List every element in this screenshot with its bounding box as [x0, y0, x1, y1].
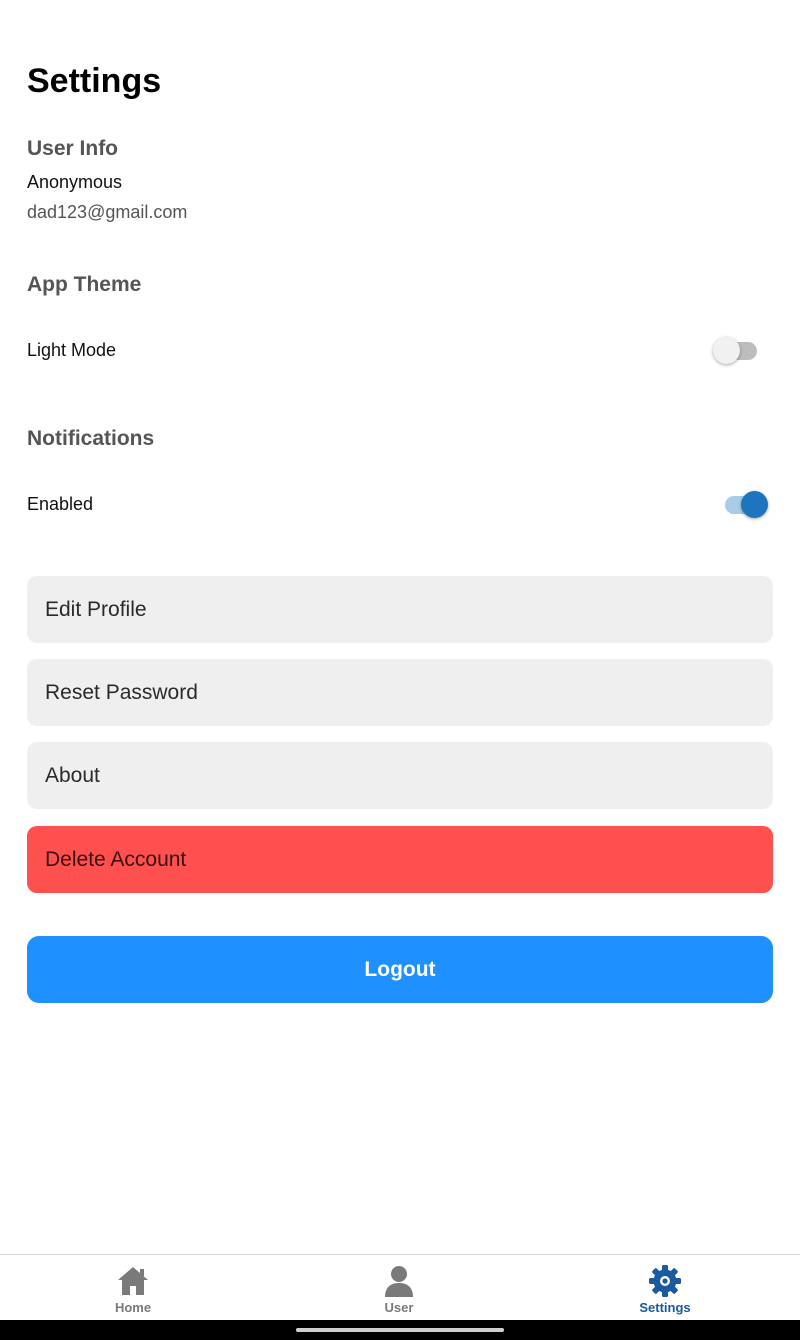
- toggle-thumb: [713, 337, 740, 364]
- nav-label-settings: Settings: [639, 1300, 691, 1315]
- user-info-heading: User Info: [27, 137, 119, 160]
- nav-label-home: Home: [114, 1300, 152, 1315]
- delete-account-button[interactable]: Delete Account: [27, 826, 773, 893]
- system-navigation-bar: [0, 1320, 800, 1340]
- page-title: Settings: [27, 62, 162, 100]
- nav-item-settings[interactable]: Settings: [532, 1255, 798, 1321]
- nav-item-home[interactable]: Home: [0, 1255, 266, 1321]
- app-theme-heading: App Theme: [27, 273, 142, 296]
- user-name: Anonymous: [27, 172, 123, 192]
- home-indicator[interactable]: [296, 1328, 504, 1332]
- nav-label-user: User: [384, 1300, 414, 1315]
- user-icon: [385, 1266, 413, 1297]
- bottom-navigation: Home User Settings: [0, 1254, 800, 1320]
- logout-button[interactable]: Logout: [27, 936, 773, 1003]
- notifications-toggle[interactable]: [721, 490, 771, 520]
- edit-profile-button[interactable]: Edit Profile: [27, 576, 773, 643]
- light-mode-label: Light Mode: [27, 340, 117, 360]
- gear-icon: [649, 1265, 681, 1297]
- home-icon: [118, 1267, 148, 1295]
- toggle-thumb: [741, 491, 768, 518]
- reset-password-button[interactable]: Reset Password: [27, 659, 773, 726]
- notifications-enabled-label: Enabled: [27, 494, 94, 514]
- user-email: dad123@gmail.com: [27, 202, 188, 222]
- notifications-heading: Notifications: [27, 427, 155, 450]
- nav-item-user[interactable]: User: [266, 1255, 532, 1321]
- about-button[interactable]: About: [27, 742, 773, 809]
- light-mode-toggle[interactable]: [713, 336, 763, 366]
- settings-screen: Settings User Info Anonymous dad123@gmai…: [0, 0, 800, 1340]
